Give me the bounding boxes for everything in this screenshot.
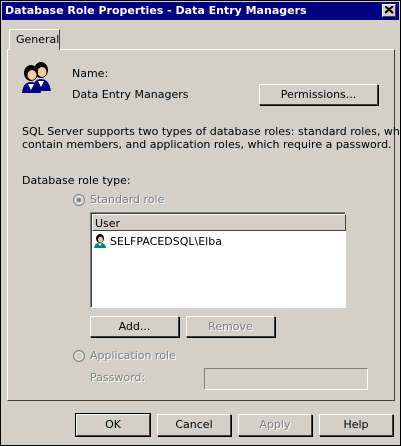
password-label: Password: <box>90 371 146 384</box>
tab-general[interactable]: General <box>9 29 60 50</box>
role-type-label: Database role type: <box>22 174 131 187</box>
help-button[interactable]: Help <box>319 414 393 436</box>
name-label: Name: <box>72 67 109 80</box>
tab-general-label: General <box>16 33 60 46</box>
column-header-label: User <box>95 217 121 230</box>
cancel-button[interactable]: Cancel <box>157 414 231 436</box>
application-role-label: Application role <box>90 349 176 362</box>
application-role-radio[interactable] <box>73 350 85 362</box>
member-name: SELFPACEDSQL\Elba <box>110 235 222 248</box>
users-group-icon <box>22 62 51 93</box>
window-title: Database Role Properties - Data Entry Ma… <box>5 4 307 17</box>
description-line-1: SQL Server supports two types of databas… <box>22 125 401 138</box>
add-member-button[interactable]: Add... <box>90 316 179 337</box>
user-icon <box>94 234 106 248</box>
password-field[interactable] <box>204 368 368 390</box>
close-icon <box>385 6 394 14</box>
title-bar[interactable]: Database Role Properties - Data Entry Ma… <box>2 2 399 20</box>
role-name-value: Data Entry Managers <box>72 88 189 101</box>
permissions-button[interactable]: Permissions... <box>259 84 378 105</box>
remove-member-button[interactable]: Remove <box>186 316 275 337</box>
role-types-description: SQL Server supports two types of databas… <box>22 125 401 151</box>
list-column-header-user[interactable]: User <box>92 214 346 231</box>
description-line-2: contain members, and application roles, … <box>22 138 392 151</box>
apply-button[interactable]: Apply <box>238 414 312 436</box>
members-list[interactable]: User SELFPACEDSQL\Elba <box>90 212 346 308</box>
close-button[interactable] <box>382 4 396 17</box>
standard-role-label: Standard role <box>90 193 165 206</box>
standard-role-radio[interactable] <box>73 194 85 206</box>
ok-button[interactable]: OK <box>75 413 151 437</box>
dialog-window: Database Role Properties - Data Entry Ma… <box>0 0 401 446</box>
